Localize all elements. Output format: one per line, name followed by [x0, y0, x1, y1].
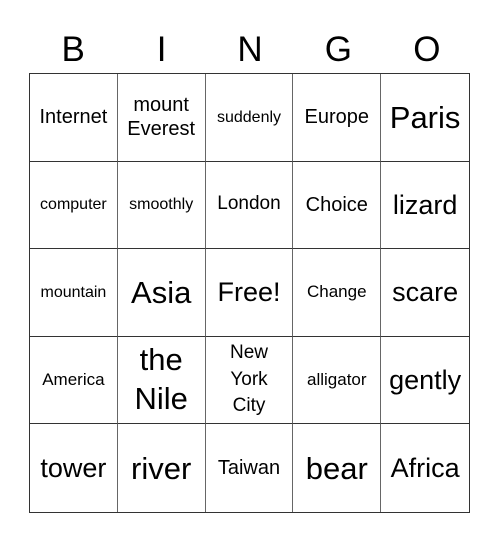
bingo-cell[interactable]: Paris [381, 74, 469, 162]
bingo-cell[interactable]: mountain [30, 249, 118, 337]
header-letter-b: B [61, 30, 85, 69]
bingo-cell[interactable]: Choice [293, 161, 382, 250]
bingo-cell[interactable]: suddenly [205, 74, 294, 162]
bingo-cell[interactable]: Africa [381, 424, 469, 512]
bingo-cell[interactable]: bear [293, 424, 382, 512]
bingo-header: B I N G O [29, 28, 471, 72]
bingo-cell[interactable]: Asia [117, 249, 206, 337]
bingo-cell[interactable]: the Nile [117, 336, 206, 425]
header-letter-o: O [413, 30, 441, 69]
bingo-cell[interactable]: Taiwan [206, 424, 294, 512]
bingo-cell[interactable]: gently [381, 337, 469, 425]
bingo-cell[interactable]: America [30, 336, 118, 425]
bingo-cell[interactable]: tower [30, 424, 118, 512]
bingo-cell[interactable]: London [205, 161, 294, 250]
bingo-cell[interactable]: alligator [293, 336, 382, 425]
bingo-cell[interactable]: Europe [293, 74, 382, 162]
bingo-cell[interactable]: mount Everest [117, 74, 206, 162]
bingo-cell[interactable]: river [118, 424, 206, 512]
bingo-cell[interactable]: New York City [205, 336, 294, 425]
bingo-grid: Internet mount Everest suddenly Europe P… [29, 73, 470, 513]
bingo-cell[interactable]: scare [381, 249, 469, 337]
bingo-cell[interactable]: smoothly [117, 161, 206, 250]
bingo-cell[interactable]: Internet [30, 74, 118, 162]
bingo-cell[interactable]: Change [293, 249, 382, 337]
free-space-cell[interactable]: Free! [205, 249, 294, 337]
header-letter-n: N [237, 30, 263, 69]
bingo-cell[interactable]: computer [30, 161, 118, 250]
header-letter-g: G [324, 30, 353, 69]
bingo-cell[interactable]: lizard [381, 162, 469, 250]
header-letter-i: I [156, 30, 167, 69]
